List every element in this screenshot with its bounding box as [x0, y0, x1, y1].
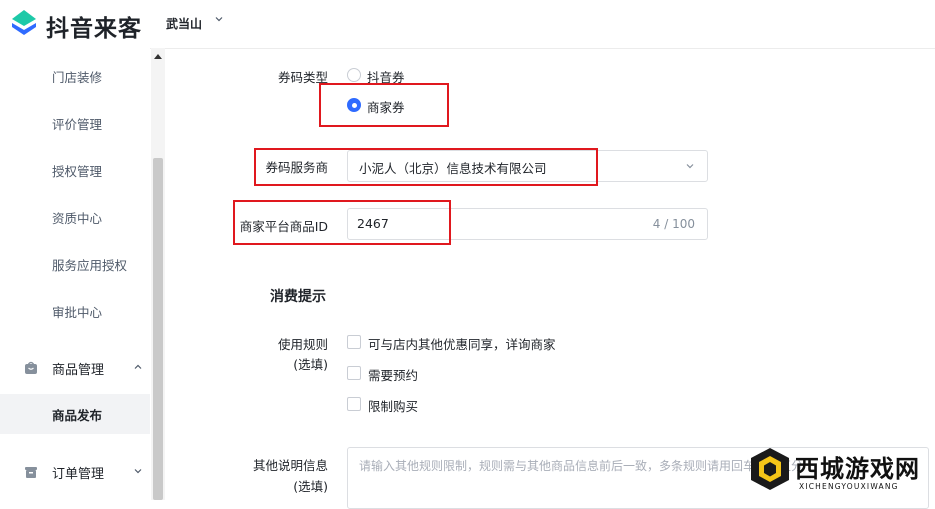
sidebar-group-goods[interactable]: 商品管理 [0, 348, 150, 388]
section-title-consumption-tips: 消费提示 [270, 289, 326, 305]
sidebar-scrollbar[interactable] [151, 48, 165, 500]
highlight-box-product-id [233, 200, 451, 245]
usage-rules-optional-label: (选填) [293, 357, 328, 372]
douyin-laike-logo-icon [12, 10, 36, 35]
checkbox-share-discount[interactable] [347, 335, 361, 349]
other-info-optional-label: (选填) [293, 479, 328, 494]
checkbox-purchase-limit-label[interactable]: 限制购买 [368, 396, 418, 415]
sidebar-item-store-decoration[interactable]: 门店装修 [52, 67, 102, 86]
checkbox-share-discount-label[interactable]: 可与店内其他优惠同享，详询商家 [368, 334, 556, 353]
highlight-box-provider [254, 148, 598, 186]
checkbox-need-reservation-label[interactable]: 需要预约 [368, 365, 418, 384]
checkbox-need-reservation[interactable] [347, 366, 361, 380]
other-info-label: 其他说明信息 [252, 458, 328, 473]
product-id-char-counter: 4 / 100 [652, 217, 695, 231]
sidebar-group-orders-label: 订单管理 [52, 467, 105, 482]
coupon-type-label: 券码类型 [277, 70, 328, 85]
chevron-down-icon [686, 164, 694, 169]
usage-rules-label: 使用规则 [277, 337, 328, 352]
app-name: 抖音来客 [46, 16, 142, 42]
radio-douyin-coupon[interactable] [347, 68, 361, 82]
highlight-box-merchant-coupon [319, 83, 449, 127]
site-watermark: 西城游戏网 XICHENGYOUXIWANG [743, 438, 935, 500]
sidebar-nav: 门店装修 评价管理 授权管理 资质中心 服务应用授权 审批中心 商品管理 商品发… [0, 48, 150, 500]
chevron-up-icon[interactable] [133, 362, 143, 372]
order-box-icon [25, 467, 37, 478]
watermark-title: 西城游戏网 [795, 455, 920, 483]
chevron-down-icon[interactable] [133, 466, 143, 476]
scroll-up-arrow-icon[interactable] [154, 54, 162, 59]
checkbox-purchase-limit[interactable] [347, 397, 361, 411]
sidebar-item-goods-publish-label: 商品发布 [52, 408, 103, 423]
scrollbar-thumb[interactable] [153, 158, 163, 500]
sidebar-group-goods-label: 商品管理 [52, 363, 105, 378]
shopping-bag-icon [25, 361, 37, 374]
other-info-placeholder: 请输入其他规则限制，规则需与其他商品信息前后一致，多条规则请用回车进行区分 [359, 459, 804, 473]
sidebar-item-service-app-auth[interactable]: 服务应用授权 [52, 255, 127, 274]
sidebar-item-authorization[interactable]: 授权管理 [52, 161, 102, 180]
watermark-subtitle: XICHENGYOUXIWANG [799, 482, 899, 491]
top-header: 抖音来客 武当山 [0, 0, 935, 49]
sidebar-item-review-management[interactable]: 评价管理 [52, 114, 102, 133]
sidebar-item-goods-publish[interactable]: 商品发布 [0, 394, 150, 434]
chevron-down-icon[interactable] [214, 14, 224, 24]
sidebar-item-approval-center[interactable]: 审批中心 [52, 302, 102, 321]
store-selector-label[interactable]: 武当山 [166, 15, 202, 32]
sidebar-item-qualification-center[interactable]: 资质中心 [52, 208, 102, 227]
sidebar-group-orders[interactable]: 订单管理 [0, 452, 150, 492]
watermark-logo-icon [751, 448, 789, 490]
